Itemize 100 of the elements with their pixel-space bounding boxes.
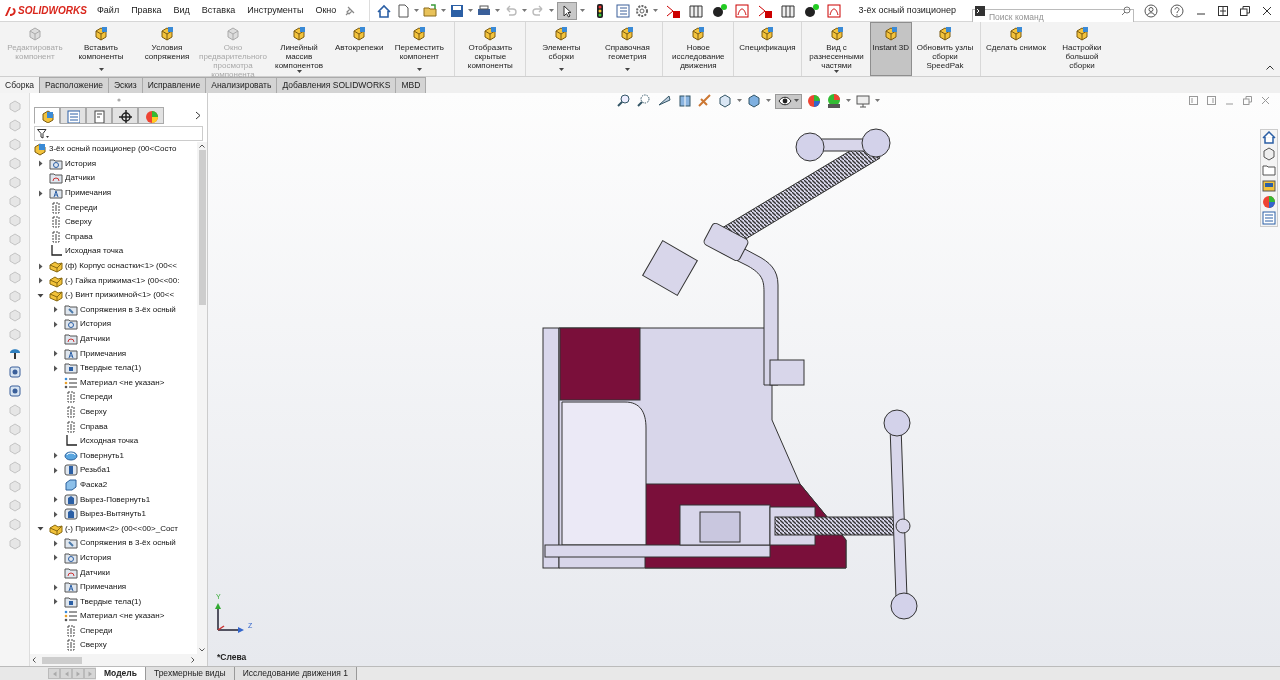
collapsed-arrow-icon[interactable] bbox=[52, 554, 59, 562]
collapsed-arrow-icon[interactable] bbox=[52, 466, 59, 474]
menu-item[interactable]: Правка bbox=[130, 3, 163, 18]
tree-item[interactable]: История bbox=[65, 157, 97, 170]
chevron-right-icon[interactable] bbox=[195, 111, 201, 120]
open-folder-icon[interactable] bbox=[422, 2, 439, 19]
bottom-tab[interactable]: Исследование движения 1 bbox=[234, 667, 357, 680]
caret-icon[interactable] bbox=[495, 8, 501, 13]
scrollbar-thumb[interactable] bbox=[198, 150, 206, 305]
collapse-ribbon-icon[interactable] bbox=[1266, 65, 1274, 70]
caret-left-icon[interactable] bbox=[32, 657, 36, 663]
ribbon-command-button[interactable]: Линейный массив компонентов bbox=[266, 22, 332, 76]
caret-icon[interactable] bbox=[580, 8, 586, 13]
ribbon-tab[interactable]: Анализировать bbox=[206, 77, 278, 93]
collapsed-arrow-icon[interactable] bbox=[52, 320, 59, 328]
scene-icon[interactable] bbox=[826, 93, 842, 109]
tree-item[interactable]: Исходная точка bbox=[65, 245, 124, 258]
ribbon-tab[interactable]: Расположение bbox=[40, 77, 109, 93]
caret-icon[interactable] bbox=[522, 8, 528, 13]
tree-item[interactable]: Фаска2 bbox=[80, 478, 108, 491]
ribbon-command-button[interactable]: Элементы сборки bbox=[528, 22, 595, 76]
caret-icon[interactable] bbox=[416, 68, 422, 72]
expanded-arrow-icon[interactable] bbox=[37, 525, 44, 533]
collapsed-arrow-icon[interactable] bbox=[52, 510, 59, 518]
caret-icon[interactable] bbox=[737, 99, 742, 103]
tree-item[interactable]: Твердые тела(1) bbox=[80, 595, 142, 608]
folder-icon[interactable] bbox=[1262, 163, 1276, 177]
bottom-tab[interactable]: Модель bbox=[96, 667, 146, 680]
caret-icon[interactable] bbox=[834, 70, 839, 74]
menu-item[interactable]: Вставка bbox=[200, 3, 237, 18]
ribbon-command-button[interactable]: Автокрепежи bbox=[332, 22, 387, 76]
menu-item[interactable]: Инструменты bbox=[246, 3, 305, 18]
bottom-tab[interactable]: Трехмерные виды bbox=[145, 667, 235, 680]
collapsed-arrow-icon[interactable] bbox=[37, 189, 44, 197]
help-icon[interactable] bbox=[1170, 3, 1184, 18]
tree-item[interactable]: Справа bbox=[65, 230, 93, 243]
collapsed-arrow-icon[interactable] bbox=[52, 364, 59, 372]
ribbon-command-button[interactable]: Условия сопряжения bbox=[134, 22, 200, 76]
ribbon-tab[interactable]: Добавления SOLIDWORKS bbox=[277, 77, 397, 93]
filter-icon[interactable] bbox=[37, 128, 49, 139]
tree-item[interactable]: Справа bbox=[80, 420, 108, 433]
section-view-icon[interactable] bbox=[677, 93, 693, 109]
pin-icon[interactable] bbox=[345, 5, 356, 16]
zoom-fit-icon[interactable] bbox=[617, 93, 633, 109]
dynamic-annotation-icon[interactable] bbox=[697, 93, 713, 109]
collapsed-arrow-icon[interactable] bbox=[52, 598, 59, 606]
tree-item[interactable]: Спереди bbox=[80, 624, 113, 637]
ribbon-command-button[interactable]: Настройки большой сборки bbox=[1048, 22, 1115, 76]
ribbon-command-button[interactable]: Переместить компонент bbox=[386, 22, 453, 76]
caret-icon[interactable] bbox=[624, 68, 630, 72]
tree-item[interactable]: Повернуть1 bbox=[80, 449, 124, 462]
caret-up-icon[interactable] bbox=[199, 144, 205, 148]
tile-windows-icon[interactable] bbox=[1218, 5, 1228, 16]
vertical-scrollbar[interactable] bbox=[197, 142, 207, 654]
caret-icon[interactable] bbox=[558, 68, 564, 72]
tree-item[interactable]: Спереди bbox=[80, 391, 113, 404]
pdf-document-icon[interactable] bbox=[734, 2, 751, 19]
collapsed-arrow-icon[interactable] bbox=[52, 583, 59, 591]
appearance-icon[interactable] bbox=[806, 93, 822, 109]
tree-item[interactable]: Материал <не указан> bbox=[80, 376, 165, 389]
collapsed-arrow-icon[interactable] bbox=[52, 350, 59, 358]
tree-item[interactable]: Датчики bbox=[65, 172, 95, 185]
tree-item[interactable]: Исходная точка bbox=[80, 435, 139, 448]
collapsed-arrow-icon[interactable] bbox=[37, 262, 44, 270]
caret-icon[interactable] bbox=[875, 99, 880, 103]
caret-icon[interactable] bbox=[468, 8, 474, 13]
appearance-icon[interactable] bbox=[1262, 195, 1276, 209]
caret-icon[interactable] bbox=[766, 99, 771, 103]
ribbon-command-button[interactable]: Спецификация bbox=[736, 22, 799, 76]
tree-item[interactable]: Вырез-Вытянуть1 bbox=[80, 508, 146, 521]
ribbon-command-button[interactable]: Обновить узлы сборки SpeedPak bbox=[912, 22, 978, 76]
pdf-document-icon[interactable] bbox=[826, 2, 843, 19]
menu-item[interactable]: Файл bbox=[96, 3, 121, 18]
gear-icon[interactable] bbox=[634, 2, 651, 19]
hide-show-items-button[interactable] bbox=[775, 93, 802, 109]
horizontal-scrollbar[interactable] bbox=[30, 654, 207, 666]
tree-item[interactable]: История bbox=[80, 318, 112, 331]
collapsed-arrow-icon[interactable] bbox=[52, 452, 59, 460]
tree-item[interactable]: Датчики bbox=[80, 566, 110, 579]
ribbon-tab[interactable]: Эскиз bbox=[108, 77, 143, 93]
tree-item[interactable]: (-) Прижим<2> (00<<00>_Сост bbox=[65, 522, 179, 535]
caret-icon[interactable] bbox=[414, 8, 420, 13]
caret-icon[interactable] bbox=[98, 68, 104, 72]
tree-item[interactable]: Сопряжения в 3-ёх осный bbox=[80, 303, 176, 316]
tree-item[interactable]: История bbox=[80, 551, 112, 564]
collapsed-arrow-icon[interactable] bbox=[52, 306, 59, 314]
tree-item[interactable]: Твердые тела(1) bbox=[80, 362, 142, 375]
collapsed-arrow-icon[interactable] bbox=[37, 277, 44, 285]
tree-item[interactable]: Примечания bbox=[65, 187, 112, 200]
tree-item[interactable]: Сверху bbox=[80, 639, 107, 652]
home-icon[interactable] bbox=[1262, 131, 1276, 145]
tool-icon[interactable] bbox=[7, 346, 22, 360]
tree-item[interactable]: Датчики bbox=[80, 333, 110, 345]
tree-item[interactable]: (-) Гайка прижима<1> (00<<00: bbox=[65, 274, 180, 287]
restore-icon[interactable] bbox=[1240, 5, 1250, 16]
tree-item[interactable]: Сверху bbox=[80, 406, 107, 418]
select-tool-button[interactable] bbox=[557, 1, 578, 20]
dock-left-icon[interactable] bbox=[1189, 96, 1198, 105]
panel-tab[interactable] bbox=[112, 107, 138, 124]
caret-icon[interactable] bbox=[653, 8, 659, 13]
